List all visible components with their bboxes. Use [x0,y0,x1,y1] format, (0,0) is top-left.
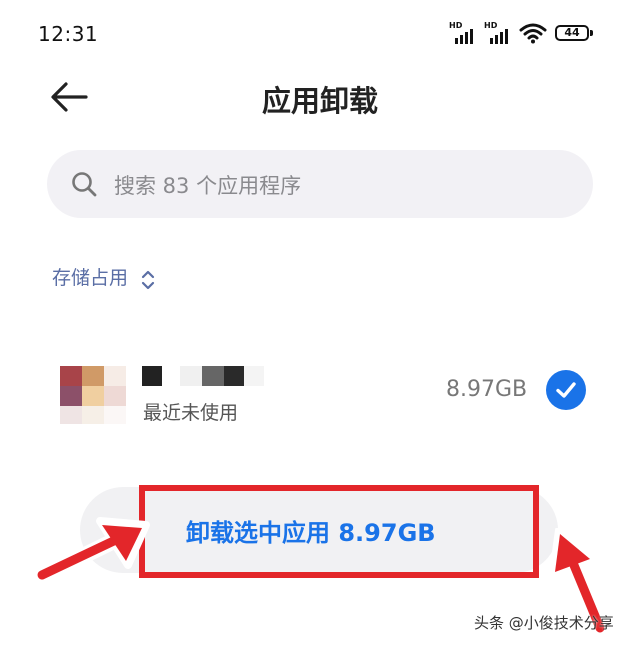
search-placeholder: 搜索 83 个应用程序 [114,174,302,198]
signal-2-icon: HD [484,22,514,44]
page-title: 应用卸载 [261,84,378,118]
annotation-arrow-icon [32,517,150,585]
app-icon [60,366,126,424]
battery-icon: 44 [555,25,589,41]
signal-1-icon: HD [449,22,479,44]
select-checkbox[interactable] [546,370,586,410]
app-last-used: 最近未使用 [143,402,239,424]
uninstall-button-label: 卸载选中应用 8.97GB [186,519,436,547]
battery-tip [590,30,593,36]
sort-dropdown[interactable]: 存储占用 [52,263,155,291]
search-icon [72,172,97,197]
sort-toggle-icon [142,270,155,289]
app-size: 8.97GB [446,377,528,402]
app-name-redacted [142,366,267,388]
wifi-icon [519,23,547,44]
checkmark-icon [556,382,576,398]
watermark: 头条 @小俊技术分享 [474,614,614,632]
status-time: 12:31 [38,22,99,46]
sort-label: 存储占用 [52,267,129,289]
